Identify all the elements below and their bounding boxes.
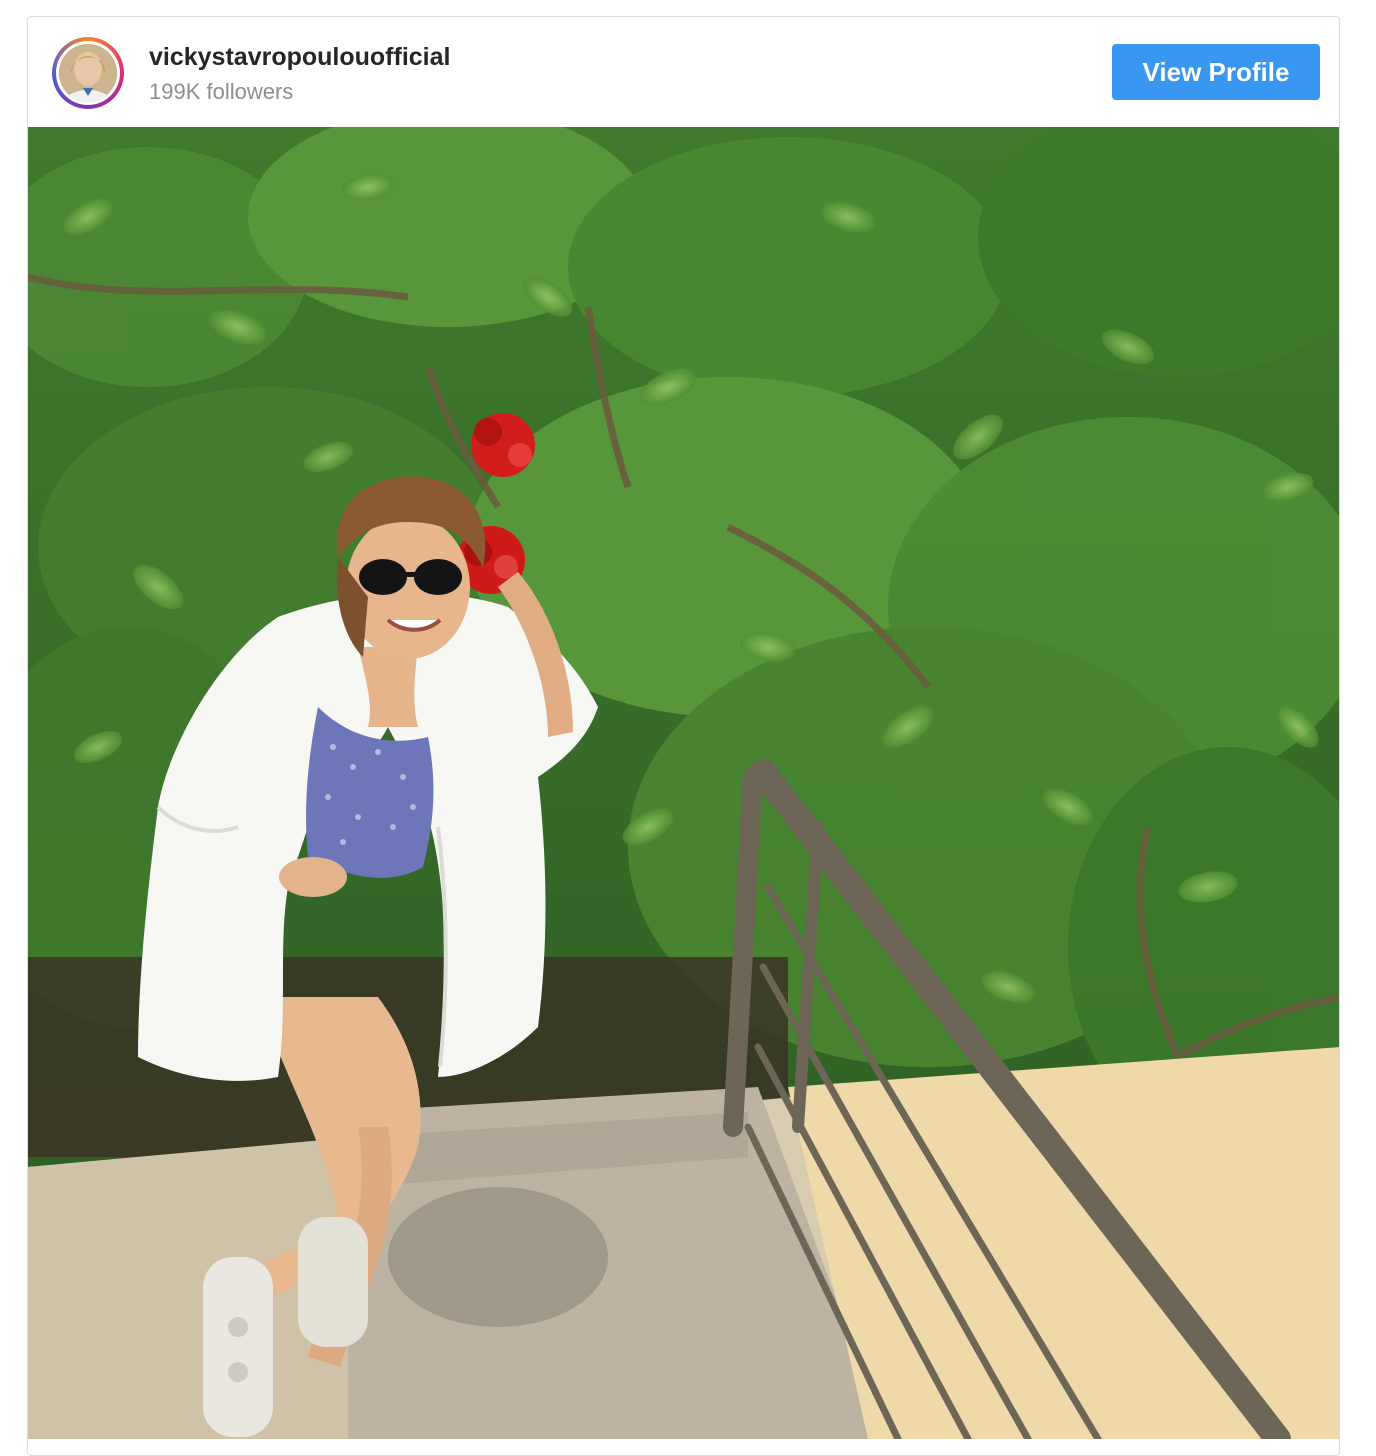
followers-count: 199K followers: [149, 79, 294, 104]
photo-illustration: [28, 127, 1339, 1439]
avatar[interactable]: [56, 41, 120, 105]
view-profile-button[interactable]: View Profile: [1112, 44, 1320, 100]
username[interactable]: vickystavropoulouofficial: [149, 43, 450, 72]
post-photo[interactable]: [28, 127, 1339, 1439]
post-header: vickystavropoulouofficial 199K followers…: [28, 17, 1339, 127]
avatar-image: [59, 44, 117, 102]
avatar-ring[interactable]: [52, 37, 124, 109]
instagram-embed-card: vickystavropoulouofficial 199K followers…: [27, 16, 1340, 1456]
